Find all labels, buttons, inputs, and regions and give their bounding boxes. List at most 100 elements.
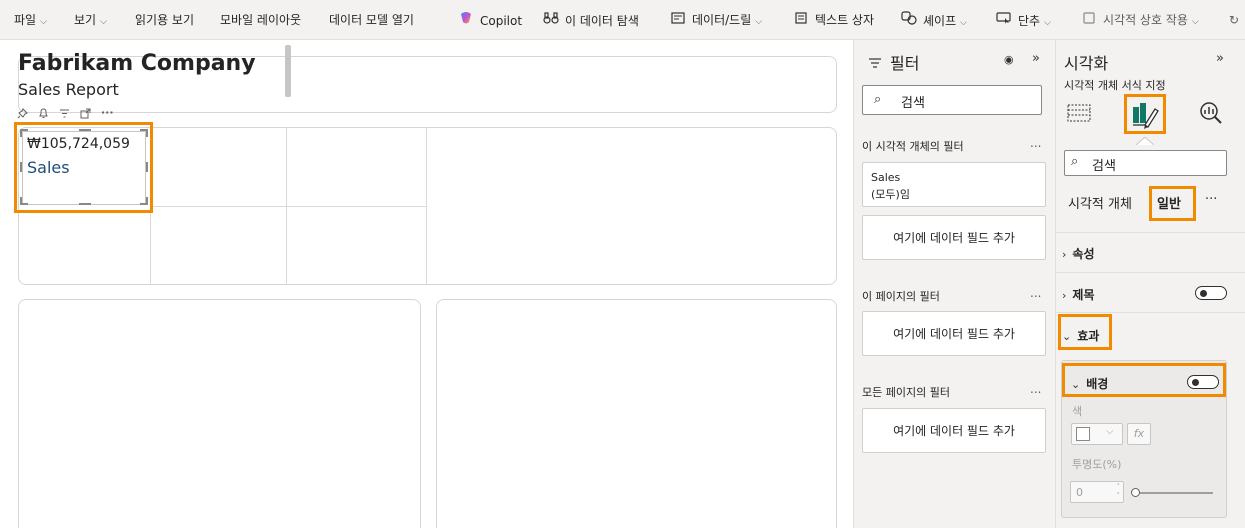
visual-interactions-label: 시각적 상호 작용 [1103,13,1188,27]
copilot-icon [458,11,474,30]
visual-header-toolbar: ··· [17,107,114,122]
chevron-down-icon: ⌵ [960,18,967,28]
color-label: 색 [1072,405,1083,418]
data-drill-label: 데이터/드릴 [692,13,752,27]
kpi-highlight [14,122,153,213]
more-options-icon[interactable]: ... [1030,382,1041,396]
divider [151,206,426,207]
filter-search-placeholder: 검색 [901,96,925,111]
analytics-icon[interactable] [1198,100,1224,126]
menu-file[interactable]: 파일 ⌵ [14,11,47,29]
transparency-input[interactable]: 0 ˄ ˅ [1070,481,1124,503]
drill-icon [670,11,686,29]
filters-title: 필터 [890,54,920,73]
data-drill-button[interactable]: 데이터/드릴 ⌵ [670,11,762,29]
explore-data-button[interactable]: 이 데이터 탐색 [543,11,639,29]
shapes-icon [901,11,917,30]
all-pages-filters-heading: 모든 페이지의 필터 [862,386,950,399]
buttons-button[interactable]: 단추 ⌵ [996,11,1051,29]
sales-filter-card[interactable]: Sales (모두)임 [862,162,1046,207]
textbox-button[interactable]: 텍스트 상자 [793,11,874,29]
format-visual-heading: 시각적 개체 서식 지정 [1064,79,1166,92]
ribbon: 파일 ⌵ 보기 ⌵ 읽기용 보기 모바일 레이아웃 데이터 모델 열기 Copilo… [0,0,1245,40]
canvas-scrollbar[interactable] [285,45,291,97]
visualizations-title: 시각화 [1064,54,1109,73]
eye-icon[interactable]: ◉ [1004,53,1014,66]
chevron-right-icon: › [1062,248,1067,261]
reading-view-button[interactable]: 읽기용 보기 [135,11,194,29]
filter-icon [868,54,882,73]
properties-label: 속성 [1072,247,1095,261]
transparency-slider-track[interactable] [1140,492,1213,494]
spinner-icon: ˄ ˅ [1116,483,1121,500]
format-tab-highlight [1124,94,1166,134]
interaction-icon [1081,11,1097,29]
title-section-label: 제목 [1072,288,1095,302]
build-visual-icon[interactable] [1066,100,1092,126]
filter-field-name: Sales [871,171,901,184]
active-tab-indicator [1135,134,1155,146]
effects-highlight [1058,314,1112,350]
fx-button[interactable]: fx [1127,423,1151,445]
more-options-icon[interactable]: ... [1030,136,1041,150]
page-filters-heading: 이 페이지의 필터 [862,290,940,303]
add-page-filter-well[interactable]: 여기에 데이터 필드 추가 [862,311,1046,356]
explore-data-label: 이 데이터 탐색 [565,14,639,28]
textbox-icon [793,11,809,29]
more-icon[interactable]: ··· [101,107,114,122]
color-picker[interactable]: ⌵ [1071,423,1123,445]
title-toggle[interactable] [1195,286,1227,300]
tab-visual[interactable]: 시각적 개체 [1068,193,1132,212]
mobile-layout-button[interactable]: 모바일 레이아웃 [220,11,301,29]
copilot-label: Copilot [480,14,523,28]
more-options-icon[interactable]: ... [1030,286,1041,300]
more-options-icon[interactable]: ··· [1205,192,1217,207]
shapes-label: 셰이프 [923,14,957,28]
title-section[interactable]: › 제목 [1062,286,1095,303]
copilot-button[interactable]: Copilot [458,11,522,29]
transparency-value: 0 [1076,486,1083,499]
report-title: Fabrikam Company [18,51,256,76]
binoculars-icon [543,11,559,30]
format-search-placeholder: 검색 [1092,159,1116,174]
properties-section[interactable]: › 속성 [1062,245,1095,262]
divider [1055,312,1245,313]
format-search-input[interactable] [1064,150,1227,176]
transparency-label: 투명도(%) [1072,458,1122,471]
pin-icon[interactable] [17,108,28,122]
chevron-down-icon: ⌵ [1044,18,1051,28]
chart-card-right[interactable] [436,299,837,528]
chevron-right-icon: › [1062,289,1067,302]
textbox-label: 텍스트 상자 [815,13,875,27]
search-icon: ⌕ [1071,154,1079,169]
chart-card-left[interactable] [18,299,421,528]
menu-view[interactable]: 보기 ⌵ [74,11,107,29]
focus-icon[interactable] [80,108,91,122]
toggle-knob [1200,290,1207,297]
chevron-down-icon: ⌵ [40,17,47,27]
collapse-filters-icon[interactable]: » [1032,51,1040,66]
filter-field-state: (모두)임 [871,188,910,201]
button-icon [996,11,1012,30]
chevron-down-icon: ⌵ [1191,17,1199,27]
add-all-pages-filter-well[interactable]: 여기에 데이터 필드 추가 [862,408,1046,453]
visual-interactions-button[interactable]: 시각적 상호 작용 ⌵ [1081,11,1199,29]
collapse-viz-icon[interactable]: » [1216,51,1224,66]
transparency-slider-thumb[interactable] [1131,488,1140,497]
refresh-icon[interactable]: ↻ [1229,11,1239,29]
general-tab-highlight [1149,186,1196,221]
filter-icon[interactable] [59,108,70,122]
filter-search-input[interactable] [862,85,1042,115]
chevron-down-icon: ⌵ [755,17,763,27]
bell-icon[interactable] [38,108,49,122]
shapes-button[interactable]: 셰이프 ⌵ [901,11,967,29]
background-highlight [1062,363,1226,397]
visual-filters-heading: 이 시각적 개체의 필터 [862,140,964,153]
menu-file-label: 파일 [14,13,37,27]
filters-header: 필터 [868,50,919,74]
color-swatch [1076,427,1090,441]
add-visual-filter-well[interactable]: 여기에 데이터 필드 추가 [862,215,1046,260]
buttons-label: 단추 [1018,14,1041,28]
search-icon: ⌕ [874,92,882,107]
open-data-model-button[interactable]: 데이터 모델 열기 [329,11,414,29]
